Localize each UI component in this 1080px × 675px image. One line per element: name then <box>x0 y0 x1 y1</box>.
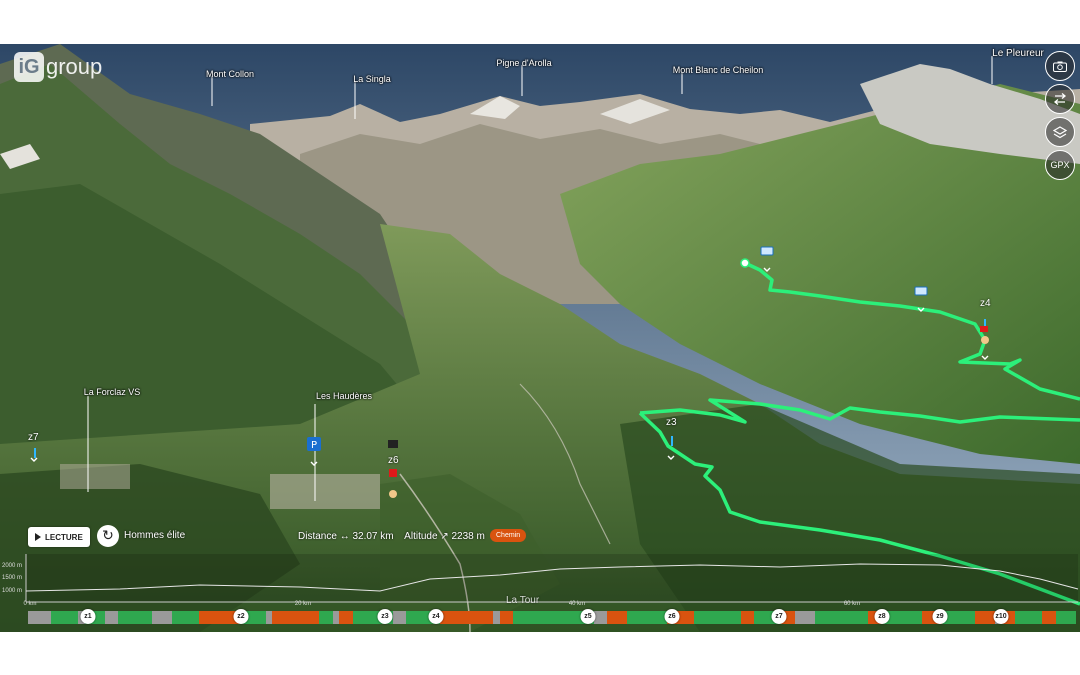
map-3d-viewer[interactable]: P iG group Mont Collon La Singla Pigne d… <box>0 44 1080 632</box>
zone-bar-segment-grass <box>814 611 869 624</box>
zone-marker-z3[interactable]: z3 <box>377 609 393 624</box>
zone-bar-segment-grass <box>319 611 333 624</box>
zone-bar-segment-grass <box>694 611 741 624</box>
camera-icon <box>1053 61 1067 72</box>
alt-tick: 1000 m <box>2 588 23 594</box>
altitude-value: 2238 m <box>451 531 485 542</box>
zone-marker-z2[interactable]: z2 <box>233 609 249 624</box>
km-tick: 20 km <box>294 601 312 607</box>
brand-logo: iG group <box>14 52 102 82</box>
alt-tick: 1500 m <box>2 575 23 581</box>
zone-bar-segment-path <box>499 611 514 624</box>
peak-label[interactable]: Mont Collon <box>206 69 254 79</box>
peak-label[interactable]: Le Pleureur <box>992 48 1044 59</box>
km-tick: 0 km <box>23 601 37 607</box>
peak-label[interactable]: La Singla <box>353 74 391 84</box>
place-label[interactable]: Les Haudères <box>316 391 372 401</box>
zone-bar-segment-road <box>265 611 273 624</box>
svg-text:P: P <box>311 440 317 451</box>
alt-tick: 2000 m <box>2 563 23 569</box>
zone-bar-segment-path <box>975 611 996 624</box>
zone-bar-segment-grass <box>118 611 152 624</box>
zone-bar-segment-road <box>794 611 815 624</box>
surface-badge: Chemin <box>490 529 527 542</box>
zone-marker-z5[interactable]: z5 <box>580 609 596 624</box>
zone-bar-segment-road <box>493 611 500 624</box>
logo-mark: iG <box>14 52 44 82</box>
zone-bar-segment-road <box>28 611 52 624</box>
stats-readout: Distance ↔ 32.07 km Altitude ↗ 2238 m <box>298 531 485 542</box>
zone-bar-segment-grass <box>51 611 79 624</box>
zone-marker-z7[interactable]: z7 <box>771 609 787 624</box>
zone-bar-segment-path <box>741 611 755 624</box>
zone-bar-segment-grass <box>1055 611 1076 624</box>
replay-button[interactable]: ↻ <box>97 525 119 547</box>
place-label[interactable]: La Forclaz VS <box>84 387 141 397</box>
zone-bar-segment-grass <box>627 611 668 624</box>
play-label: LECTURE <box>45 532 83 542</box>
altitude-label: Altitude <box>404 531 438 542</box>
altitude-icon: ↗ <box>440 531 449 542</box>
distance-label: Distance <box>298 531 337 542</box>
replay-icon: ↻ <box>102 528 114 544</box>
zone-marker-z8[interactable]: z8 <box>874 609 890 624</box>
logo-text: group <box>46 54 103 79</box>
zone-bar-segment-path <box>439 611 494 624</box>
km-tick: 60 km <box>843 601 861 607</box>
zone-bar-segment-road <box>392 611 407 624</box>
zone-marker-label[interactable]: z7 <box>28 432 39 443</box>
play-button[interactable]: LECTURE <box>28 527 90 547</box>
zone-marker-z1[interactable]: z1 <box>80 609 96 624</box>
zone-bar[interactable] <box>28 611 1076 624</box>
peak-label[interactable]: Mont Blanc de Cheilon <box>673 65 764 75</box>
terrain-scene[interactable]: P <box>0 44 1080 632</box>
zone-bar-segment-road <box>151 611 172 624</box>
zone-bar-segment-road <box>332 611 340 624</box>
swap-direction-button[interactable] <box>1045 84 1075 114</box>
zone-marker-z10[interactable]: z10 <box>993 609 1009 624</box>
layers-icon <box>1053 125 1067 138</box>
elevation-profile[interactable] <box>0 549 1080 609</box>
zone-bar-segment-path <box>272 611 320 624</box>
camera-button[interactable] <box>1045 51 1075 81</box>
zone-marker-z4[interactable]: z4 <box>428 609 444 624</box>
layers-button[interactable] <box>1045 117 1075 147</box>
profile-location-label: La Tour <box>506 595 540 606</box>
zone-marker-z6[interactable]: z6 <box>664 609 680 624</box>
gpx-button[interactable]: GPX <box>1045 150 1075 180</box>
zone-marker-label[interactable]: z6 <box>388 455 399 466</box>
zone-bar-segment-path <box>1042 611 1056 624</box>
zone-bar-segment-path <box>607 611 628 624</box>
category-label[interactable]: Hommes élite <box>124 530 185 541</box>
zone-bar-segment-road <box>593 611 608 624</box>
zone-bar-segment-road <box>104 611 119 624</box>
zone-marker-z9[interactable]: z9 <box>932 609 948 624</box>
peak-label[interactable]: Pigne d'Arolla <box>496 58 551 68</box>
play-icon <box>35 533 41 541</box>
km-tick: 40 km <box>568 601 586 607</box>
zone-bar-segment-grass <box>171 611 199 624</box>
swap-icon <box>1053 93 1067 105</box>
zone-marker-label[interactable]: z3 <box>666 417 677 428</box>
distance-icon: ↔ <box>339 531 350 542</box>
distance-value: 32.07 km <box>352 531 394 542</box>
zone-marker-label[interactable]: z4 <box>980 298 991 309</box>
zone-bar-segment-grass <box>1015 611 1043 624</box>
zone-bar-segment-path <box>339 611 353 624</box>
